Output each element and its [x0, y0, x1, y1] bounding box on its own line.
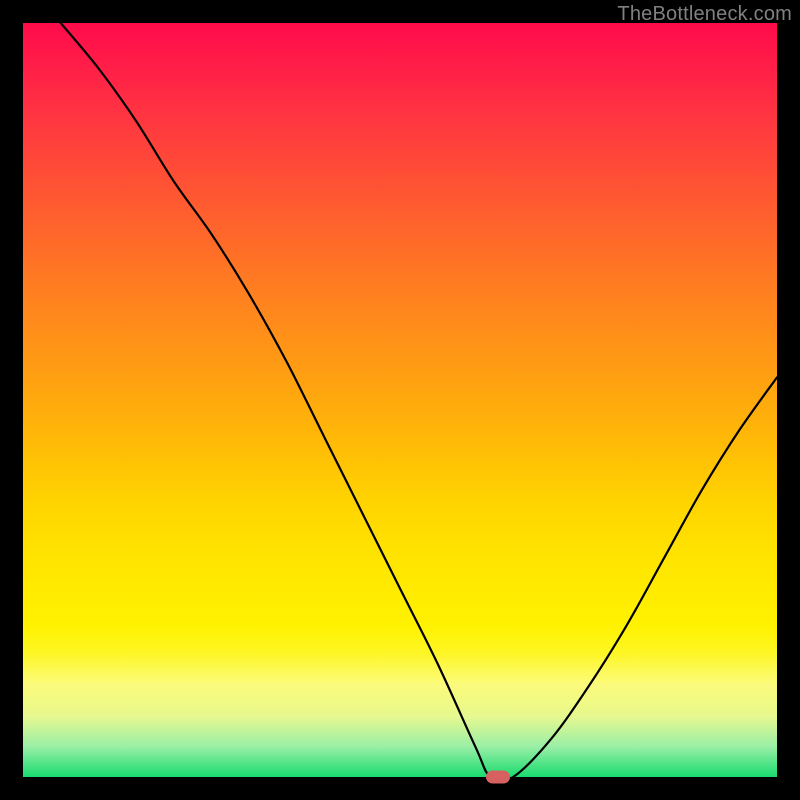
- plot-area: [23, 23, 777, 777]
- optimal-point-marker: [486, 771, 510, 784]
- bottleneck-curve: [23, 23, 777, 777]
- chart-frame: TheBottleneck.com: [0, 0, 800, 800]
